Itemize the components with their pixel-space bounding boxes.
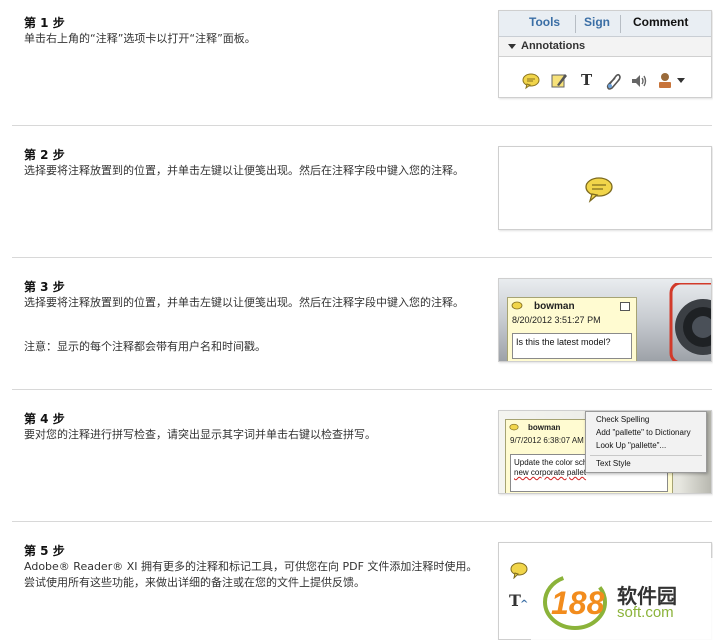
step-text: Adobe® Reader® XI 拥有更多的注释和标记工具，可供您在向 PDF… bbox=[24, 560, 478, 589]
tab-divider bbox=[620, 15, 621, 33]
comment-popup[interactable]: bowman 8/20/2012 3:51:27 PM Is this the … bbox=[507, 297, 637, 361]
camera-lens-icon bbox=[669, 283, 711, 361]
menu-separator bbox=[590, 455, 702, 456]
chevron-down-icon[interactable] bbox=[677, 78, 685, 84]
annotations-label: Annotations bbox=[521, 40, 586, 52]
menu-look-up[interactable]: Look Up "pallette"... bbox=[596, 441, 666, 450]
menu-check-spelling[interactable]: Check Spelling bbox=[596, 415, 649, 424]
sticky-note-icon[interactable] bbox=[521, 71, 541, 91]
comment-popup-thumbnail: bowman 8/20/2012 3:51:27 PM Is this the … bbox=[498, 278, 712, 362]
step-text: 单击右上角的“注释”选项卡以打开“注释”面板。 bbox=[24, 32, 256, 45]
text-edit-icon[interactable]: T ^ bbox=[509, 591, 531, 611]
annotation-tools: T bbox=[499, 71, 711, 93]
annotations-header[interactable]: Annotations bbox=[499, 37, 711, 57]
tab-divider bbox=[575, 15, 576, 33]
context-menu: Check Spelling Add "pallette" to Diction… bbox=[585, 411, 707, 473]
text-icon[interactable]: T bbox=[577, 71, 597, 91]
menu-add-to-dictionary[interactable]: Add "pallette" to Dictionary bbox=[596, 428, 691, 437]
step-text: 选择要将注释放置到的位置，并单击左键以让便笺出现。然后在注释字段中键入您的注释。 bbox=[24, 164, 464, 177]
step-title: 第 2 步 bbox=[24, 148, 65, 162]
collapse-triangle-icon bbox=[508, 44, 516, 49]
sticky-note-icon bbox=[509, 423, 519, 431]
stamp-icon[interactable] bbox=[655, 71, 675, 91]
step-note: 注意：显示的每个注释都会带有用户名和时间戳。 bbox=[24, 340, 266, 353]
comment-panel-thumbnail: Tools Sign Comment Annotations T bbox=[498, 10, 712, 98]
step-title: 第 5 步 bbox=[24, 544, 65, 558]
minimize-icon[interactable] bbox=[620, 302, 630, 311]
step-2: 第 2 步 选择要将注释放置到的位置，并单击左键以让便笺出现。然后在注释字段中键… bbox=[12, 126, 712, 257]
attach-icon[interactable] bbox=[603, 71, 623, 91]
step-title: 第 3 步 bbox=[24, 280, 65, 294]
comment-author: bowman bbox=[528, 423, 561, 432]
step-text: 要对您的注释进行拼写检查，请突出显示其字词并单击右键以检查拼写。 bbox=[24, 428, 376, 441]
spell-check-thumbnail: bowman 9/7/2012 6:38:07 AM Update the co… bbox=[498, 410, 712, 494]
sticky-note-icon bbox=[585, 177, 613, 203]
step-title: 第 4 步 bbox=[24, 412, 65, 426]
sticky-note-icon bbox=[511, 301, 523, 310]
step-4: 第 4 步 要对您的注释进行拼写检查，请突出显示其字词并单击右键以检查拼写。 b… bbox=[12, 390, 712, 521]
step-text: 选择要将注释放置到的位置，并单击左键以让便笺出现。然后在注释字段中键入您的注释。 bbox=[24, 296, 464, 309]
highlight-icon[interactable] bbox=[549, 71, 569, 91]
comment-author: bowman bbox=[534, 301, 575, 312]
watermark-url: soft.com bbox=[617, 604, 674, 621]
watermark-number: 188 bbox=[551, 585, 605, 621]
comment-timestamp: 8/20/2012 3:51:27 PM bbox=[512, 315, 601, 325]
panel-tabs: Tools Sign Comment bbox=[499, 11, 711, 37]
tab-sign[interactable]: Sign bbox=[584, 15, 610, 29]
sticky-note-thumbnail bbox=[498, 146, 712, 230]
menu-text-style[interactable]: Text Style bbox=[596, 459, 631, 468]
step-title: 第 1 步 bbox=[24, 16, 65, 30]
step-1: 第 1 步 单击右上角的“注释”选项卡以打开“注释”面板。 Tools Sign… bbox=[12, 0, 712, 125]
watermark-logo: 188 bbox=[543, 574, 607, 630]
audio-icon[interactable] bbox=[629, 71, 649, 91]
comment-text-field[interactable]: Is this the latest model? bbox=[512, 333, 632, 359]
sticky-note-icon[interactable] bbox=[509, 561, 529, 579]
tab-tools[interactable]: Tools bbox=[529, 15, 560, 29]
tab-comment[interactable]: Comment bbox=[633, 15, 688, 29]
site-watermark: 188 软件园 soft.com bbox=[531, 558, 713, 640]
step-3: 第 3 步 选择要将注释放置到的位置，并单击左键以让便笺出现。然后在注释字段中键… bbox=[12, 258, 712, 389]
comment-timestamp: 9/7/2012 6:38:07 AM bbox=[510, 436, 584, 445]
